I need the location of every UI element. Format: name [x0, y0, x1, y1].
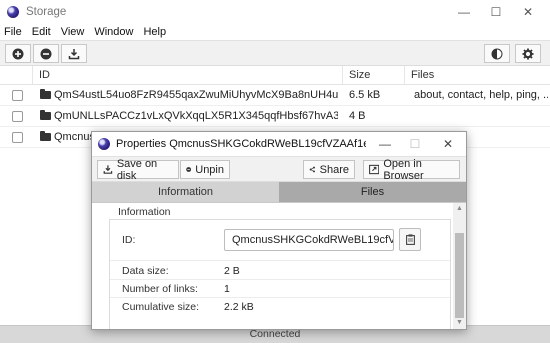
number-of-links-label: Number of links: [122, 283, 198, 295]
properties-dialog: Properties QmcnusSHKGCokdRWeBL19cfVZAAf1… [91, 131, 467, 330]
row-size: 4 B [349, 110, 366, 122]
clipboard-icon [405, 234, 415, 245]
menu-file[interactable]: File [0, 26, 27, 38]
dialog-close-button[interactable]: ✕ [433, 132, 463, 156]
storage-window: Storage — ☐ ✕ File Edit View Window Help [0, 0, 550, 343]
minimize-icon: — [458, 5, 470, 19]
menu-edit[interactable]: Edit [27, 26, 56, 38]
save-on-disk-label: Save on disk [116, 157, 158, 182]
dialog-content: Information ID: QmcnusSHKGCokdRWeBL19cfV… [92, 203, 466, 329]
menu-bar: File Edit View Window Help [0, 24, 550, 40]
dialog-tabs: Information Files [92, 182, 466, 203]
row-size: 6.5 kB [349, 89, 381, 101]
row-checkbox[interactable] [12, 111, 23, 122]
divider [110, 260, 450, 261]
download-button[interactable] [61, 44, 87, 63]
table-row[interactable]: QmUNLLsPACCz1vLxQVkXqqLX5R1X345qqfHbsf67… [0, 106, 550, 127]
column-header-files[interactable]: Files [404, 66, 550, 85]
share-icon [309, 166, 315, 173]
data-size-value: 2 B [224, 265, 240, 277]
maximize-icon: ☐ [490, 5, 502, 19]
download-icon [68, 48, 80, 59]
row-files [414, 106, 548, 127]
maximize-icon: ☐ [409, 137, 421, 151]
section-heading: Information [118, 206, 171, 218]
open-in-browser-label: Open in Browser [383, 157, 424, 182]
download-icon [103, 165, 113, 174]
scroll-down-arrow-icon[interactable]: ▼ [453, 317, 466, 329]
row-checkbox[interactable] [12, 90, 23, 101]
close-icon: ✕ [522, 5, 534, 19]
share-button[interactable]: Share [303, 160, 355, 179]
title-bar: Storage — ☐ ✕ [0, 0, 550, 24]
open-external-icon [369, 164, 380, 175]
column-header-size[interactable]: Size [342, 66, 402, 85]
divider [110, 279, 450, 280]
add-button[interactable] [5, 44, 31, 63]
minimize-button[interactable]: — [447, 0, 481, 24]
dialog-title: Properties QmcnusSHKGCokdRWeBL19cfVZAAf1… [116, 138, 366, 150]
settings-button[interactable] [515, 44, 541, 63]
dialog-toolbar: Save on disk Unpin Share Open in Browser [92, 156, 466, 182]
main-toolbar [0, 40, 550, 66]
share-label: Share [319, 163, 349, 176]
menu-window[interactable]: Window [89, 26, 138, 38]
minus-circle-icon [186, 167, 192, 172]
close-icon: ✕ [442, 137, 454, 151]
app-logo-icon [98, 138, 110, 150]
row-id: QmUNLLsPACCz1vLxQVkXqqLX5R1X345qqfHbsf67… [54, 110, 338, 122]
gear-icon [522, 48, 534, 59]
window-title: Storage [26, 6, 67, 18]
menu-help[interactable]: Help [138, 26, 171, 38]
table-header: ID Size Files [0, 66, 550, 85]
copy-button[interactable] [399, 228, 421, 251]
app-logo-icon [7, 6, 19, 18]
folder-icon [40, 89, 51, 99]
tab-files[interactable]: Files [279, 182, 466, 203]
maximize-button[interactable]: ☐ [479, 0, 513, 24]
minus-circle-icon [40, 48, 52, 59]
minimize-icon: — [379, 137, 391, 151]
close-button[interactable]: ✕ [511, 0, 545, 24]
dialog-title-bar: Properties QmcnusSHKGCokdRWeBL19cfVZAAf1… [92, 132, 466, 156]
cumulative-size-label: Cumulative size: [122, 301, 200, 313]
id-label: ID: [122, 234, 136, 246]
dialog-scrollbar[interactable]: ▲ ▼ [453, 203, 466, 329]
tab-information[interactable]: Information [92, 182, 279, 203]
information-panel: ID: QmcnusSHKGCokdRWeBL19cfVZAAf1e54URPE… [109, 219, 451, 329]
id-field[interactable]: QmcnusSHKGCokdRWeBL19cfVZAAf1e54URPE [224, 229, 394, 251]
table-row[interactable]: QmS4ustL54uo8FzR9455qaxZwuMiUhyvMcX9Ba8n… [0, 85, 550, 106]
dialog-maximize-button[interactable]: ☐ [400, 132, 430, 156]
unpin-button[interactable]: Unpin [180, 160, 230, 179]
theme-button[interactable] [484, 44, 510, 63]
data-size-label: Data size: [122, 265, 169, 277]
cumulative-size-value: 2.2 kB [224, 301, 254, 313]
row-files: about, contact, help, ping, ... [414, 89, 548, 101]
half-moon-icon [491, 48, 503, 59]
dialog-minimize-button[interactable]: — [370, 132, 400, 156]
folder-icon [40, 131, 51, 141]
row-id: QmS4ustL54uo8FzR9455qaxZwuMiUhyvMcX9Ba8n… [54, 89, 338, 101]
divider [110, 297, 450, 298]
open-in-browser-button[interactable]: Open in Browser [363, 157, 460, 182]
row-checkbox[interactable] [12, 132, 23, 143]
column-header-id[interactable]: ID [32, 66, 340, 85]
menu-view[interactable]: View [56, 26, 90, 38]
save-on-disk-button[interactable]: Save on disk [97, 157, 179, 182]
number-of-links-value: 1 [224, 283, 230, 295]
unpin-label: Unpin [195, 163, 224, 176]
folder-icon [40, 110, 51, 120]
scroll-up-arrow-icon[interactable]: ▲ [453, 203, 466, 215]
remove-button[interactable] [33, 44, 59, 63]
plus-circle-icon [12, 48, 24, 59]
scrollbar-thumb[interactable] [455, 233, 464, 318]
